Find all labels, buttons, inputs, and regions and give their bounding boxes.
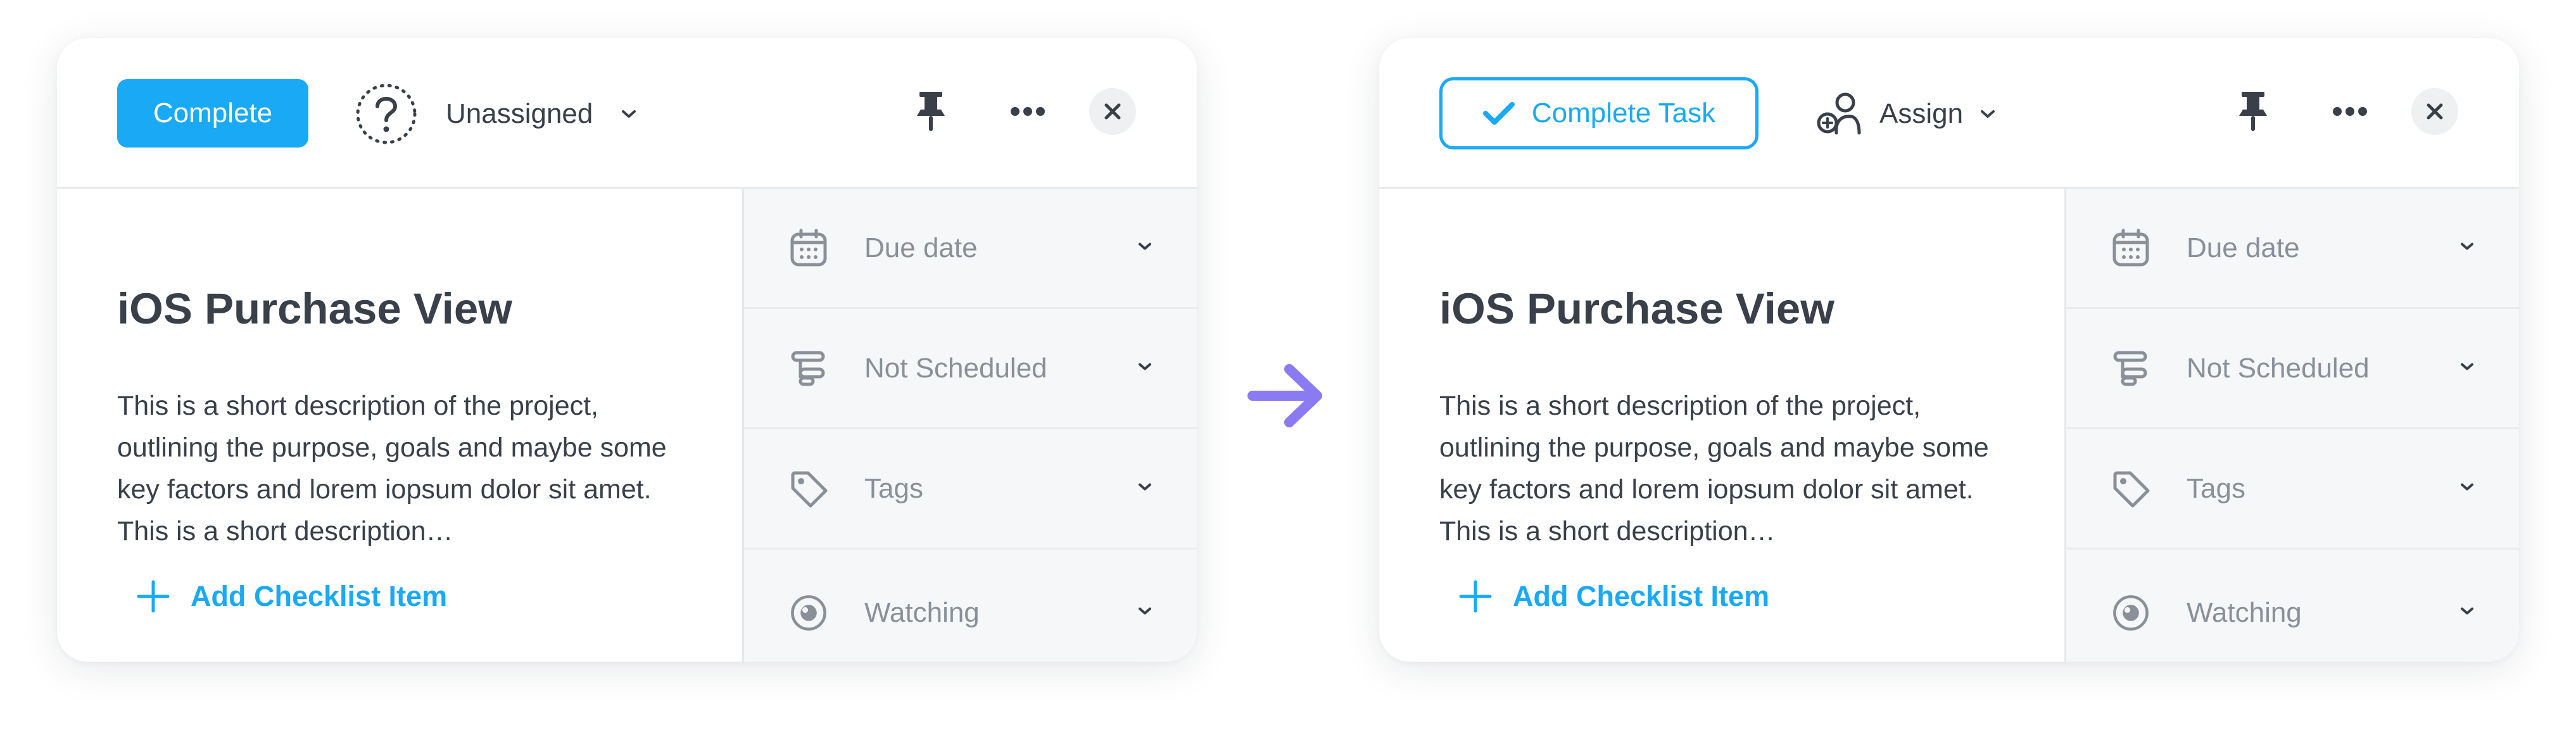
- assign-dropdown[interactable]: Assign: [1816, 82, 1996, 146]
- watching-label: Watching: [864, 597, 980, 628]
- add-checklist-item-button[interactable]: Add Checklist Item: [1458, 574, 1769, 619]
- task-details-sidebar: Due date Not Scheduled Tags Watching: [742, 189, 1197, 662]
- watching-field[interactable]: Watching: [744, 550, 1197, 662]
- assignee-label: Unassigned: [446, 98, 593, 129]
- assign-label: Assign: [1879, 98, 1964, 129]
- task-body: iOS Purchase View This is a short descri…: [1379, 189, 2064, 662]
- add-checklist-item-button[interactable]: Add Checklist Item: [136, 574, 447, 619]
- task-body: iOS Purchase View This is a short descri…: [57, 189, 742, 662]
- schedule-icon: [788, 348, 829, 389]
- chevron-down-icon: [1137, 482, 1152, 495]
- task-details-sidebar: Due date Not Scheduled Tags Watching: [2064, 189, 2519, 662]
- complete-button-label: Complete: [153, 98, 273, 129]
- task-description: This is a short description of the proje…: [1439, 391, 1989, 546]
- schedule-label: Not Scheduled: [864, 352, 1047, 384]
- schedule-label: Not Scheduled: [2187, 352, 2370, 384]
- arrow-right-icon: [1247, 361, 1330, 431]
- pin-icon[interactable]: [2229, 87, 2277, 135]
- calendar-icon: [2111, 228, 2151, 268]
- tags-field[interactable]: Tags: [2066, 429, 2519, 550]
- chevron-down-icon: [2459, 482, 2475, 495]
- calendar-icon: [788, 228, 829, 268]
- chevron-down-icon: [1137, 607, 1152, 620]
- task-card-after: Complete Task Assign iOS Purchase View T…: [1379, 38, 2519, 662]
- due-date-label: Due date: [864, 232, 978, 263]
- task-title: iOS Purchase View: [1439, 284, 1834, 333]
- add-checklist-item-label: Add Checklist Item: [1513, 580, 1770, 612]
- more-options-icon[interactable]: [1002, 95, 1053, 128]
- chevron-down-icon: [1979, 109, 1996, 119]
- chevron-down-icon: [2459, 241, 2475, 255]
- complete-task-button[interactable]: Complete Task: [1439, 77, 1758, 149]
- task-title: iOS Purchase View: [117, 284, 512, 333]
- pin-icon[interactable]: [907, 87, 955, 135]
- task-card-before: Complete Unassigned iOS Purchase View Th…: [57, 38, 1197, 662]
- tags-label: Tags: [864, 472, 923, 504]
- task-header: Complete Task Assign: [1379, 38, 2519, 189]
- plus-icon: [1458, 579, 1493, 614]
- chevron-down-icon: [2459, 362, 2475, 375]
- chevron-down-icon: [1137, 362, 1152, 375]
- complete-button[interactable]: Complete: [117, 79, 308, 148]
- plus-icon: [136, 579, 170, 614]
- close-icon: [1103, 102, 1122, 121]
- close-button[interactable]: [2411, 88, 2458, 135]
- chevron-down-icon: [1137, 241, 1152, 255]
- eye-icon: [2111, 593, 2151, 633]
- assignee-dropdown[interactable]: Unassigned: [355, 82, 637, 146]
- close-button[interactable]: [1089, 88, 1136, 135]
- schedule-field[interactable]: Not Scheduled: [744, 309, 1197, 429]
- task-header: Complete Unassigned: [57, 38, 1197, 189]
- tag-icon: [788, 469, 829, 509]
- chevron-down-icon: [621, 109, 637, 119]
- complete-task-label: Complete Task: [1531, 98, 1716, 129]
- more-options-icon[interactable]: [2325, 95, 2375, 128]
- tags-field[interactable]: Tags: [744, 429, 1197, 550]
- chevron-down-icon: [2459, 607, 2475, 620]
- task-description: This is a short description of the proje…: [117, 391, 667, 546]
- watching-field[interactable]: Watching: [2066, 550, 2519, 662]
- close-icon: [2425, 102, 2444, 121]
- watching-label: Watching: [2187, 597, 2302, 628]
- tag-icon: [2111, 469, 2151, 509]
- checkmark-icon: [1482, 101, 1515, 126]
- due-date-label: Due date: [2187, 232, 2300, 263]
- due-date-field[interactable]: Due date: [2066, 189, 2519, 309]
- tags-label: Tags: [2187, 472, 2245, 504]
- schedule-icon: [2111, 348, 2151, 389]
- due-date-field[interactable]: Due date: [744, 189, 1197, 309]
- assign-user-icon: [1816, 91, 1862, 137]
- unassigned-avatar-icon: [355, 82, 418, 146]
- schedule-field[interactable]: Not Scheduled: [2066, 309, 2519, 429]
- eye-icon: [788, 593, 829, 633]
- add-checklist-item-label: Add Checklist Item: [191, 580, 448, 612]
